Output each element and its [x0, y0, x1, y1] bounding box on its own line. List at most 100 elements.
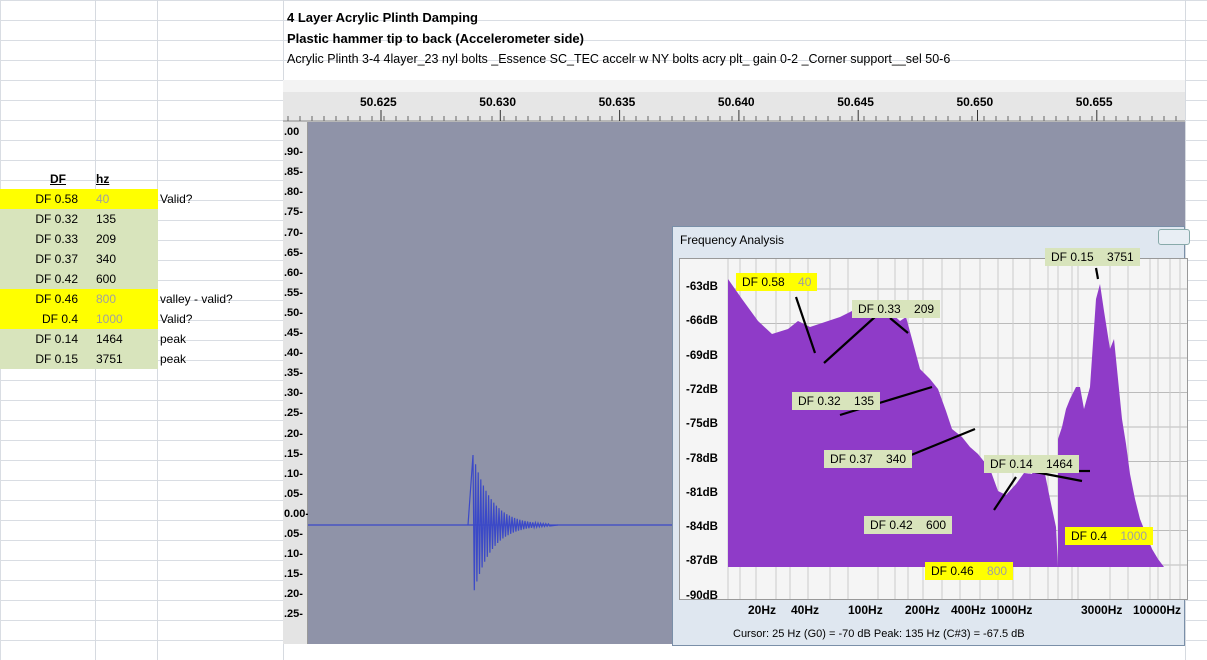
- amplitude-label: .85-: [284, 166, 303, 179]
- amplitude-label: .15-: [284, 447, 303, 460]
- table-row[interactable]: DF 0.42 600: [0, 269, 158, 289]
- annotation-df: DF 0.15: [1051, 250, 1094, 264]
- table-row[interactable]: DF 0.37 340: [0, 249, 158, 269]
- df-cell[interactable]: DF 0.46: [0, 289, 78, 309]
- annotation-df: DF 0.58: [742, 275, 785, 289]
- spectrum-annotation[interactable]: DF 0.15 3751: [1045, 248, 1140, 266]
- amplitude-label: .25-: [284, 608, 303, 621]
- spectrum-annotation[interactable]: DF 0.4 1000: [1065, 527, 1154, 545]
- annotation-hz: 3751: [1107, 250, 1134, 264]
- annotation-hz: 340: [886, 452, 907, 466]
- table-row[interactable]: DF 0.15 3751: [0, 349, 158, 369]
- db-axis-label: -75dB: [686, 418, 718, 431]
- db-axis-label: -72dB: [686, 383, 718, 396]
- table-row[interactable]: DF 0.58 40: [0, 189, 158, 209]
- table-row[interactable]: DF 0.32 135: [0, 209, 158, 229]
- ruler-label: 50.640: [717, 95, 755, 109]
- hz-axis-label: 10000Hz: [1133, 603, 1182, 617]
- df-cell[interactable]: DF 0.37: [0, 249, 78, 269]
- amplitude-label: .60-: [284, 266, 303, 279]
- ruler-label: 50.630: [479, 95, 516, 109]
- db-axis-label: -69dB: [686, 349, 718, 362]
- hz-cell[interactable]: 40: [96, 189, 109, 209]
- note-cell[interactable]: peak: [160, 329, 186, 349]
- table-row[interactable]: DF 0.14 1464: [0, 329, 158, 349]
- close-button[interactable]: [1158, 229, 1190, 245]
- amplitude-label: .10-: [284, 467, 303, 480]
- frequency-analysis-title: Frequency Analysis: [680, 233, 785, 247]
- amplitude-scale: .00 .90- .85- .80- .75- .70- .65- .60- .55- .50-.…: [283, 122, 310, 644]
- table-row[interactable]: DF 0.46 800: [0, 289, 158, 309]
- hz-cell[interactable]: 800: [96, 289, 116, 309]
- hz-axis-label: 100Hz: [848, 603, 883, 617]
- annotation-df: DF 0.42: [870, 518, 913, 532]
- annotation-hz: 600: [926, 518, 947, 532]
- hz-axis-label: 400Hz: [951, 603, 986, 617]
- df-cell[interactable]: DF 0.42: [0, 269, 78, 289]
- db-axis-label: -78dB: [686, 452, 718, 465]
- table-row[interactable]: DF 0.4 1000: [0, 309, 158, 329]
- df-column-header: DF: [50, 172, 66, 186]
- hz-cell[interactable]: 1464: [96, 329, 123, 349]
- annotation-df: DF 0.4: [1071, 529, 1108, 543]
- amplitude-label: .25-: [284, 407, 303, 420]
- df-cell[interactable]: DF 0.32: [0, 209, 78, 229]
- ruler-label: 50.655: [1075, 95, 1113, 109]
- note-cell[interactable]: Valid?: [160, 309, 192, 329]
- annotation-hz: 1000: [1120, 529, 1148, 543]
- sheet-subtitle: Plastic hammer tip to back (Acceleromete…: [287, 31, 584, 46]
- df-cell[interactable]: DF 0.14: [0, 329, 78, 349]
- spectrum-annotation[interactable]: DF 0.37 340: [824, 450, 913, 468]
- hz-cell[interactable]: 209: [96, 229, 116, 249]
- note-cell[interactable]: peak: [160, 349, 186, 369]
- hz-cell[interactable]: 135: [96, 209, 116, 229]
- spectrum-annotation[interactable]: DF 0.46 800: [925, 562, 1014, 580]
- hz-axis-label: 200Hz: [905, 603, 940, 617]
- df-cell[interactable]: DF 0.15: [0, 349, 78, 369]
- spectrum-annotation[interactable]: DF 0.33 209: [852, 300, 941, 318]
- ruler-label: 50.635: [598, 95, 636, 109]
- df-cell[interactable]: DF 0.58: [0, 189, 78, 209]
- note-cell[interactable]: Valid?: [160, 189, 192, 209]
- amplitude-label: .70-: [284, 226, 303, 239]
- timeline-ruler[interactable]: 50.625 50.630 50.635 50.640 50.645 50.650 50.6…: [283, 80, 1185, 122]
- annotation-df: DF 0.37: [830, 452, 873, 466]
- amplitude-label: .65-: [284, 246, 303, 259]
- spectrum-annotation[interactable]: DF 0.58 40: [736, 273, 818, 291]
- amplitude-label: .15-: [284, 568, 303, 581]
- annotation-df: DF 0.46: [931, 564, 974, 578]
- db-axis-label: -90dB: [686, 589, 718, 602]
- db-axis-label: -87dB: [686, 555, 718, 568]
- spectrum-annotation[interactable]: DF 0.14 1464: [984, 455, 1079, 473]
- annotation-df: DF 0.32: [798, 394, 841, 408]
- hz-cell[interactable]: 600: [96, 269, 116, 289]
- df-cell[interactable]: DF 0.33: [0, 229, 78, 249]
- amplitude-label: .10-: [284, 548, 303, 561]
- df-cell[interactable]: DF 0.4: [0, 309, 78, 329]
- hz-axis-label: 40Hz: [791, 603, 820, 617]
- amplitude-label: .20-: [284, 588, 303, 601]
- hz-axis-label: 3000Hz: [1081, 603, 1123, 617]
- amplitude-label: .90-: [284, 146, 303, 159]
- annotation-hz: 209: [914, 302, 935, 316]
- hz-cell[interactable]: 1000: [96, 309, 123, 329]
- note-cell[interactable]: valley - valid?: [160, 289, 233, 309]
- amplitude-label: .00: [284, 126, 300, 138]
- hz-column-header: hz: [96, 172, 110, 186]
- hz-cell[interactable]: 340: [96, 249, 116, 269]
- amplitude-label: .50-: [284, 306, 303, 319]
- hz-cell[interactable]: 3751: [96, 349, 123, 369]
- spectrum-annotation[interactable]: DF 0.42 600: [864, 516, 953, 534]
- annotation-hz: 135: [854, 394, 875, 408]
- annotation-hz: 800: [987, 564, 1008, 578]
- ruler-label: 50.650: [956, 95, 994, 109]
- amplitude-label: 0.00-: [284, 507, 310, 520]
- hz-axis-label: 1000Hz: [991, 603, 1033, 617]
- amplitude-label: .05-: [284, 487, 303, 500]
- amplitude-label: .75-: [284, 206, 303, 219]
- spectrum-annotation[interactable]: DF 0.32 135: [792, 392, 881, 410]
- amplitude-label: .40-: [284, 347, 303, 360]
- cursor-readout: Cursor: 25 Hz (G0) = -70 dB Peak: 135 Hz…: [733, 628, 1025, 640]
- table-row[interactable]: DF 0.33 209: [0, 229, 158, 249]
- ruler-label: 50.625: [360, 95, 397, 109]
